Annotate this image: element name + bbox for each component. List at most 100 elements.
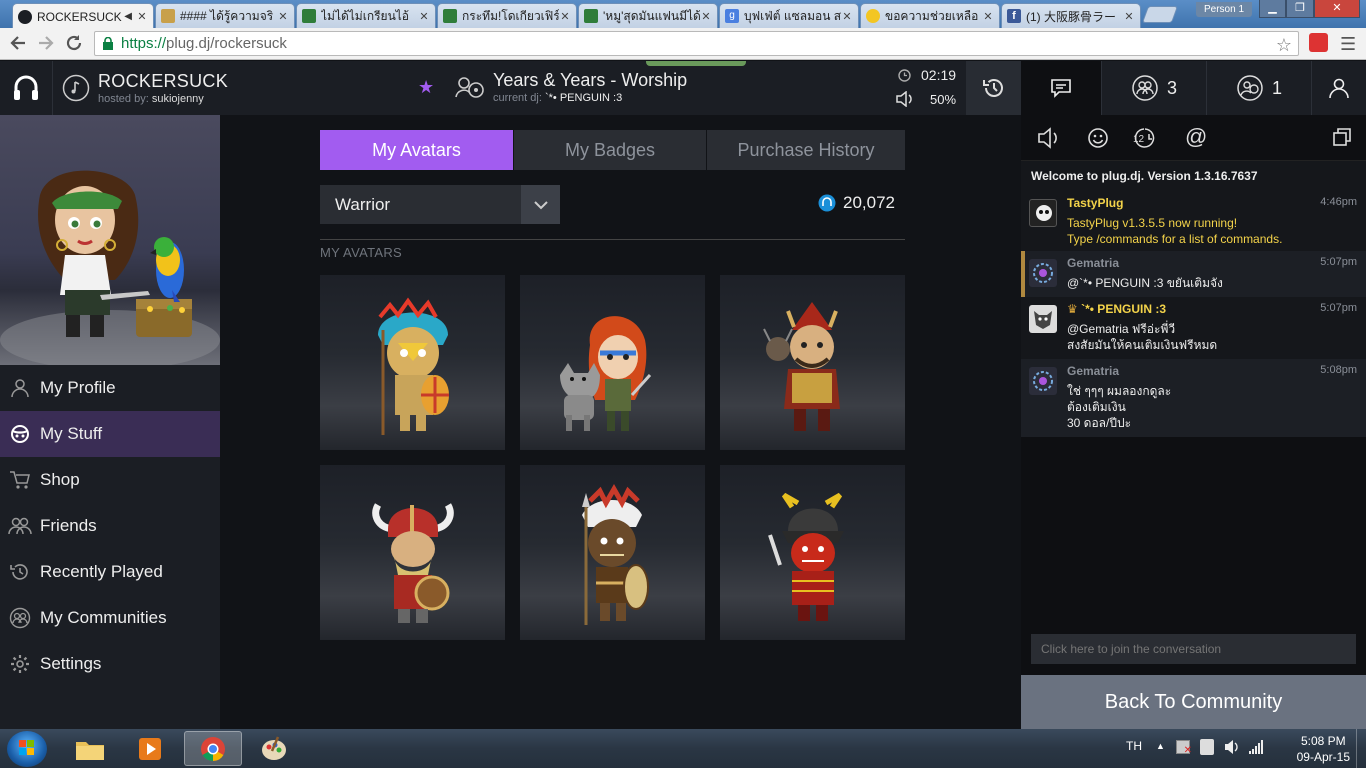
chrome-taskbar-button[interactable] xyxy=(184,731,242,766)
sidebar-item-my-communities[interactable]: My Communities xyxy=(0,595,220,641)
network-device-icon[interactable] xyxy=(1200,739,1214,755)
chat-icon xyxy=(1051,79,1071,98)
show-desktop-button[interactable] xyxy=(1356,729,1366,768)
volume-level[interactable]: 50% xyxy=(930,92,956,107)
chat-line: สงสัยมันให้คนเติมเงินฟรีหมด xyxy=(1067,338,1218,352)
mention-icon[interactable]: @ xyxy=(1185,124,1207,150)
avatar xyxy=(1029,305,1057,333)
profile-button[interactable]: Person 1 xyxy=(1196,2,1252,17)
tray-expand-icon[interactable]: ▲ xyxy=(1156,741,1165,751)
history-button[interactable] xyxy=(966,61,1021,115)
media-player-taskbar-button[interactable] xyxy=(122,731,178,766)
progress-tab xyxy=(646,61,746,66)
sidebar-item-settings[interactable]: Settings xyxy=(0,641,220,687)
back-icon[interactable] xyxy=(8,33,28,53)
emoji-icon[interactable] xyxy=(1087,127,1109,149)
avatar-category-select[interactable]: Warrior xyxy=(320,185,560,224)
user-icon xyxy=(0,378,40,398)
cart-icon xyxy=(0,470,40,490)
tribal-warrior-avatar xyxy=(582,483,649,625)
browser-tab[interactable]: f (1) 大阪豚骨ラー ✕ xyxy=(1001,3,1141,28)
extension-icon[interactable] xyxy=(1309,33,1328,52)
tab-title: #### ได้รู้ความจริ xyxy=(180,8,274,23)
close-icon[interactable]: ✕ xyxy=(277,10,289,23)
minimize-button[interactable]: ▁ xyxy=(1259,0,1286,18)
close-icon[interactable]: ✕ xyxy=(559,10,571,23)
timestamp-icon[interactable]: 12 xyxy=(1133,126,1161,150)
close-icon[interactable]: ✕ xyxy=(982,10,994,23)
signal-icon[interactable] xyxy=(1248,739,1264,755)
speaker-icon[interactable] xyxy=(1224,738,1240,756)
action-center-icon[interactable]: ✕ xyxy=(1176,740,1192,756)
tab-purchase-history[interactable]: Purchase History xyxy=(707,130,905,170)
avatar-card-mongol-warrior[interactable] xyxy=(720,275,905,450)
avatar-card-viking[interactable] xyxy=(320,465,505,640)
tab-title: กระทึม!โดเกียวเฟิร์ xyxy=(462,8,559,23)
plug-logo-icon[interactable] xyxy=(0,61,52,115)
volume-icon[interactable] xyxy=(895,91,915,107)
language-indicator[interactable]: TH xyxy=(1126,739,1142,753)
room-info[interactable]: ROCKERSUCK hosted by: sukiojenny xyxy=(52,61,240,115)
sidebar-item-label: Recently Played xyxy=(40,562,163,581)
back-to-community-button[interactable]: Back To Community xyxy=(1021,675,1366,729)
start-button[interactable] xyxy=(7,731,47,767)
star-icon[interactable]: ☆ xyxy=(1276,34,1292,57)
browser-tab[interactable]: #### ได้รู้ความจริ ✕ xyxy=(155,3,295,28)
new-tab-button[interactable] xyxy=(1141,6,1179,23)
chrome-icon xyxy=(201,736,225,761)
explorer-taskbar-button[interactable] xyxy=(62,731,118,766)
chat-username[interactable]: Gematria xyxy=(1067,256,1119,270)
popout-icon[interactable] xyxy=(1332,127,1352,147)
address-bar[interactable]: https://plug.dj/rockersuck ☆ xyxy=(94,31,1299,56)
close-icon[interactable]: ✕ xyxy=(700,10,712,23)
chat-welcome: Welcome to plug.dj. Version 1.3.16.7637 xyxy=(1021,161,1366,191)
chat-username[interactable]: Gematria xyxy=(1067,364,1119,378)
sidebar-item-shop[interactable]: Shop xyxy=(0,457,220,503)
reload-icon[interactable] xyxy=(64,33,84,53)
sidebar: My Profile My Stuff Shop Friends Recentl… xyxy=(0,115,220,729)
avatar-card-wolf-huntress[interactable] xyxy=(520,275,705,450)
menu-icon[interactable]: ☰ xyxy=(1340,34,1356,55)
tab-friends[interactable] xyxy=(1311,61,1366,115)
sidebar-item-friends[interactable]: Friends xyxy=(0,503,220,549)
chat-username[interactable]: ♛ `*• PENGUIN :3 xyxy=(1067,302,1166,316)
browser-tab[interactable]: g บุฟเฟ่ต์ แซลมอน ส ✕ xyxy=(719,3,859,28)
sidebar-item-recently-played[interactable]: Recently Played xyxy=(0,549,220,595)
close-window-button[interactable]: ✕ xyxy=(1314,0,1360,18)
browser-tab[interactable]: ไม่ได้ไม่เกรียนไอ้ ✕ xyxy=(296,3,436,28)
chat-text: @Gematria ฟรีอ่ะพี่วี สงสัยมันให้คนเติมเ… xyxy=(1067,321,1217,353)
sidebar-item-my-stuff[interactable]: My Stuff xyxy=(0,411,220,457)
system-clock[interactable]: 5:08 PM 09-Apr-15 xyxy=(1297,733,1350,765)
tab-waitlist[interactable]: 1 xyxy=(1206,61,1311,115)
tab-chat[interactable] xyxy=(1021,61,1101,115)
sidebar-item-my-profile[interactable]: My Profile xyxy=(0,365,220,411)
tab-my-avatars[interactable]: My Avatars xyxy=(320,130,513,170)
browser-tab[interactable]: 'หมู'สุดมันแฟนมีได้ ✕ xyxy=(578,3,718,28)
avatar-card-aztec-warrior[interactable] xyxy=(320,275,505,450)
tab-audience[interactable]: 3 xyxy=(1101,61,1206,115)
forward-icon[interactable] xyxy=(36,33,56,53)
avatar-card-samurai[interactable] xyxy=(720,465,905,640)
avatar xyxy=(1029,199,1057,227)
star-icon[interactable]: ★ xyxy=(418,77,434,98)
sound-icon[interactable] xyxy=(1037,127,1063,149)
chat-input[interactable] xyxy=(1031,634,1356,664)
close-icon[interactable]: ✕ xyxy=(136,10,148,23)
browser-tab-rockersuck[interactable]: ROCKERSUCK ◀ ✕ xyxy=(12,3,154,29)
chat-username[interactable]: TastyPlug xyxy=(1067,196,1123,210)
sidebar-item-label: Shop xyxy=(40,470,80,489)
close-icon[interactable]: ✕ xyxy=(841,10,853,23)
close-icon[interactable]: ✕ xyxy=(418,10,430,23)
tab-title: ขอความช่วยเหลือ เ xyxy=(885,8,982,23)
avatar-card-tribal-warrior[interactable] xyxy=(520,465,705,640)
chat-timestamp: 5:07pm xyxy=(1320,302,1357,314)
user-avatar-preview[interactable] xyxy=(0,115,220,365)
tab-title: บุฟเฟ่ต์ แซลมอน ส xyxy=(744,8,841,23)
tab-my-badges[interactable]: My Badges xyxy=(514,130,706,170)
browser-tab[interactable]: ขอความช่วยเหลือ เ ✕ xyxy=(860,3,1000,28)
paint-taskbar-button[interactable] xyxy=(246,731,302,766)
chat-timestamp: 4:46pm xyxy=(1320,196,1357,208)
maximize-button[interactable]: ❐ xyxy=(1286,0,1314,18)
browser-tab[interactable]: กระทึม!โดเกียวเฟิร์ ✕ xyxy=(437,3,577,28)
close-icon[interactable]: ✕ xyxy=(1123,10,1135,23)
